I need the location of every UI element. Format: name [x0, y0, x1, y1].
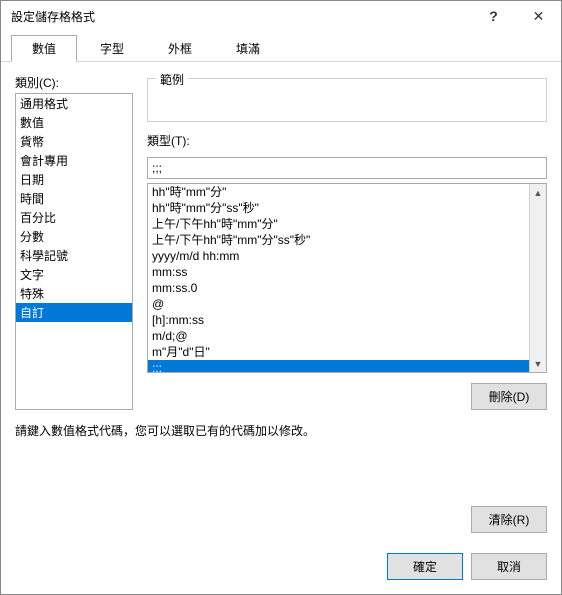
- category-list[interactable]: 通用格式數值貨幣會計專用日期時間百分比分數科學記號文字特殊自訂: [15, 93, 133, 410]
- type-item[interactable]: mm:ss: [148, 264, 529, 280]
- dialog-window: 設定儲存格格式 ? ✕ 數值字型外框填滿 類別(C): 通用格式數值貨幣會計專用…: [0, 0, 562, 595]
- example-label: 範例: [156, 71, 188, 88]
- type-item[interactable]: @: [148, 296, 529, 312]
- clear-button[interactable]: 清除(R): [471, 506, 547, 533]
- type-item[interactable]: 上午/下午hh"時"mm"分"ss"秒": [148, 232, 529, 248]
- category-item[interactable]: 特殊: [16, 284, 132, 303]
- ok-button[interactable]: 確定: [387, 553, 463, 580]
- type-item[interactable]: m/d;@: [148, 328, 529, 344]
- type-input[interactable]: [147, 157, 547, 179]
- type-item[interactable]: yyyy/m/d hh:mm: [148, 248, 529, 264]
- window-title: 設定儲存格格式: [11, 8, 471, 25]
- type-item[interactable]: 上午/下午hh"時"mm"分": [148, 216, 529, 232]
- cancel-button[interactable]: 取消: [471, 553, 547, 580]
- tab-填滿[interactable]: 填滿: [215, 35, 281, 61]
- category-item[interactable]: 科學記號: [16, 246, 132, 265]
- titlebar: 設定儲存格格式 ? ✕: [1, 1, 561, 31]
- hint-text: 請鍵入數值格式代碼，您可以選取已有的代碼加以修改。: [15, 422, 547, 439]
- category-item[interactable]: 日期: [16, 170, 132, 189]
- category-item[interactable]: 貨幣: [16, 132, 132, 151]
- example-box: 範例: [147, 78, 547, 122]
- category-item[interactable]: 文字: [16, 265, 132, 284]
- category-item[interactable]: 自訂: [16, 303, 132, 322]
- tab-外框[interactable]: 外框: [147, 35, 213, 61]
- scroll-up-icon[interactable]: ▲: [530, 184, 546, 201]
- category-item[interactable]: 百分比: [16, 208, 132, 227]
- footer: 確定 取消: [1, 543, 561, 594]
- category-item[interactable]: 時間: [16, 189, 132, 208]
- type-item[interactable]: [h]:mm:ss: [148, 312, 529, 328]
- tabs: 數值字型外框填滿: [1, 31, 561, 62]
- tab-字型[interactable]: 字型: [79, 35, 145, 61]
- type-item[interactable]: hh"時"mm"分": [148, 184, 529, 200]
- category-item[interactable]: 通用格式: [16, 94, 132, 113]
- category-label: 類別(C):: [15, 74, 133, 91]
- category-item[interactable]: 會計專用: [16, 151, 132, 170]
- type-item[interactable]: hh"時"mm"分"ss"秒": [148, 200, 529, 216]
- help-button[interactable]: ?: [471, 1, 516, 31]
- type-item[interactable]: m"月"d"日": [148, 344, 529, 360]
- scroll-down-icon[interactable]: ▼: [530, 355, 546, 372]
- example-value: [148, 79, 546, 91]
- tab-數值[interactable]: 數值: [11, 35, 77, 62]
- type-label: 類型(T):: [147, 132, 547, 149]
- type-item[interactable]: ;;;: [148, 360, 529, 372]
- category-item[interactable]: 分數: [16, 227, 132, 246]
- scrollbar[interactable]: ▲ ▼: [529, 184, 546, 372]
- type-item[interactable]: mm:ss.0: [148, 280, 529, 296]
- delete-button[interactable]: 刪除(D): [471, 383, 547, 410]
- type-list[interactable]: hh"時"mm"分"hh"時"mm"分"ss"秒"上午/下午hh"時"mm"分"…: [147, 183, 547, 373]
- close-button[interactable]: ✕: [516, 1, 561, 31]
- category-item[interactable]: 數值: [16, 113, 132, 132]
